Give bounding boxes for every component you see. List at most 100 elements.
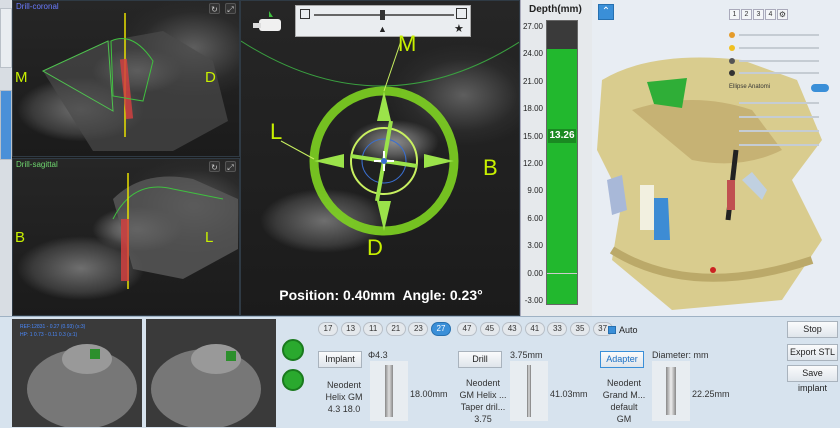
layer-toggle[interactable] bbox=[811, 84, 829, 92]
hand-drill-icon[interactable] bbox=[251, 9, 286, 37]
zero-marker bbox=[547, 273, 577, 274]
implant-desc: Neodent Helix GM 4.3 18.0 bbox=[318, 379, 370, 415]
patient-tracking-icon[interactable] bbox=[282, 369, 304, 391]
depth-tick-label: 9.00 bbox=[527, 186, 543, 196]
drill-sagittal-view[interactable]: Drill-sagittal ↻ ⤢ B L bbox=[12, 158, 240, 316]
zoom-out-icon[interactable] bbox=[300, 9, 310, 19]
tooth-chip[interactable]: 41 bbox=[524, 322, 545, 336]
tooth-chip[interactable]: 21 bbox=[385, 322, 406, 336]
page-tab-4[interactable]: 4 bbox=[765, 9, 776, 20]
page-tab-2[interactable]: 2 bbox=[741, 9, 752, 20]
layer-opacity-slider[interactable] bbox=[739, 102, 819, 104]
tooth-chip[interactable]: 11 bbox=[363, 322, 384, 336]
adapter-desc-line: Neodent bbox=[606, 378, 642, 388]
tooth-chip[interactable]: 47 bbox=[457, 322, 477, 336]
zoom-slider-thumb[interactable] bbox=[380, 10, 385, 20]
drill-tracking-icon[interactable] bbox=[282, 339, 304, 361]
pin-icon[interactable]: ⌃ bbox=[598, 4, 614, 20]
tracking-readout-1: REF:12831 - 0.27 (0.93) (s:3) bbox=[20, 324, 86, 330]
tooth-chip[interactable]: 35 bbox=[570, 322, 590, 336]
depth-tick-label: 27.00 bbox=[522, 22, 543, 31]
axial-bottom-label: D bbox=[367, 235, 383, 260]
drill-desc-line: 3.75 bbox=[474, 414, 492, 424]
stop-button[interactable]: Stop bbox=[787, 321, 838, 338]
tooth-chip[interactable]: 13 bbox=[340, 322, 361, 336]
adapter-desc-line: Grand M... bbox=[602, 390, 646, 400]
depth-value: 13.26 bbox=[548, 129, 576, 143]
sagittal-title: Drill-sagittal bbox=[16, 160, 58, 169]
layer-opacity-slider[interactable] bbox=[739, 144, 819, 146]
layer-color-icon[interactable] bbox=[729, 45, 735, 51]
drill-axial-view[interactable]: ▲ ★ M L B D Position: 0.40mm Angle: 0.23… bbox=[240, 0, 520, 316]
drill-image bbox=[510, 361, 548, 421]
reset-view-icon[interactable]: ↻ bbox=[209, 161, 220, 172]
maximize-icon[interactable]: ⤢ bbox=[225, 3, 236, 14]
implant-desc-line: Helix GM bbox=[325, 392, 363, 402]
depth-fill bbox=[547, 49, 577, 304]
layer-opacity-slider[interactable] bbox=[739, 72, 819, 74]
drill-top-dimension: 3.75mm bbox=[510, 350, 543, 360]
tracking-camera-right bbox=[146, 319, 276, 427]
maximize-icon[interactable]: ⤢ bbox=[225, 161, 236, 172]
drill-button[interactable]: Drill bbox=[458, 351, 502, 368]
favorite-star-icon[interactable]: ★ bbox=[454, 22, 464, 35]
adapter-desc-line: GM bbox=[616, 414, 632, 424]
layer-opacity-slider[interactable] bbox=[739, 116, 819, 118]
axial-top-label: M bbox=[398, 31, 417, 56]
adapter-button[interactable]: Adapter bbox=[600, 351, 644, 368]
drill-desc-line: Taper dril... bbox=[460, 402, 506, 412]
implant-length: 18.00mm bbox=[410, 389, 448, 399]
drill-coronal-view[interactable]: Drill-coronal ↻ ⤢ M D bbox=[12, 0, 240, 157]
zoom-in-icon[interactable] bbox=[456, 8, 467, 19]
layer-opacity-slider[interactable] bbox=[739, 47, 819, 49]
target-overlay bbox=[241, 40, 519, 236]
adapter-length: 22.25mm bbox=[692, 389, 730, 399]
adapter-image bbox=[652, 361, 690, 421]
depth-tick-label: 3.00 bbox=[527, 241, 543, 251]
auto-checkbox[interactable] bbox=[608, 326, 616, 334]
adapter-desc: Neodent Grand M... default GM bbox=[600, 377, 648, 425]
drill-desc-line: Neodent bbox=[465, 378, 501, 388]
tooth-chip[interactable]: 27 bbox=[431, 322, 451, 336]
depth-title: Depth(mm) bbox=[529, 4, 582, 15]
gear-icon[interactable]: ⚙ bbox=[777, 9, 788, 20]
layer-color-icon[interactable] bbox=[729, 70, 735, 76]
auto-label: Auto bbox=[619, 325, 638, 335]
page-tab-3[interactable]: 3 bbox=[753, 9, 764, 20]
depth-tick-label: 12.00 bbox=[522, 159, 543, 168]
tooth-chip[interactable]: 17 bbox=[318, 322, 338, 336]
depth-tick-label: 6.00 bbox=[527, 213, 543, 223]
layer-name-label: Ellipse Anatomi bbox=[729, 84, 771, 90]
zoom-slider-panel[interactable]: ▲ ★ bbox=[295, 5, 471, 37]
export-stl-button[interactable]: Export STL bbox=[787, 344, 838, 361]
depth-tick-label: 24.00 bbox=[522, 49, 543, 59]
tooth-chip[interactable]: 33 bbox=[547, 322, 568, 336]
implant-desc-line: 4.3 18.0 bbox=[327, 404, 361, 414]
layer-opacity-slider[interactable] bbox=[739, 60, 819, 62]
tooth-chip[interactable]: 23 bbox=[408, 322, 429, 336]
tooth-chip[interactable]: 43 bbox=[502, 322, 523, 336]
layer-color-icon[interactable] bbox=[729, 58, 735, 64]
axial-left-label: L bbox=[270, 119, 283, 144]
save-implant-button[interactable]: Save implant bbox=[787, 365, 838, 393]
collapsed-panel-tab[interactable] bbox=[0, 8, 12, 68]
implant-button[interactable]: Implant bbox=[318, 351, 362, 368]
collapsed-active-tab[interactable] bbox=[0, 90, 12, 160]
layer-color-icon[interactable] bbox=[729, 32, 735, 38]
drill-length: 41.03mm bbox=[550, 389, 588, 399]
layer-opacity-slider[interactable] bbox=[739, 130, 819, 132]
3d-model-view[interactable]: ⌃ 1 2 3 4 ⚙ Ellipse Anatomi bbox=[592, 0, 840, 316]
drill-desc: Neodent GM Helix ... Taper dril... 3.75 bbox=[456, 377, 510, 425]
implant-desc-line: Neodent bbox=[326, 380, 362, 390]
position-angle-readout: Position: 0.40mm Angle: 0.23° bbox=[279, 287, 483, 303]
axial-right-label: B bbox=[483, 155, 498, 180]
depth-tick-label: 18.00 bbox=[522, 104, 543, 114]
reset-view-icon[interactable]: ↻ bbox=[209, 3, 220, 14]
layer-opacity-slider[interactable] bbox=[739, 34, 819, 36]
adapter-diameter-label: Diameter: mm bbox=[652, 350, 709, 360]
bottom-control-panel: REF:12831 - 0.27 (0.93) (s:3) HP: 1 0.73… bbox=[0, 316, 840, 428]
tooth-chip[interactable]: 45 bbox=[479, 322, 500, 336]
navigation-app: Drill-coronal ↻ ⤢ M D Drill-sagittal ↻ ⤢… bbox=[0, 0, 840, 428]
depth-tick-label: 15.00 bbox=[522, 131, 543, 141]
page-tab-1[interactable]: 1 bbox=[729, 9, 740, 20]
